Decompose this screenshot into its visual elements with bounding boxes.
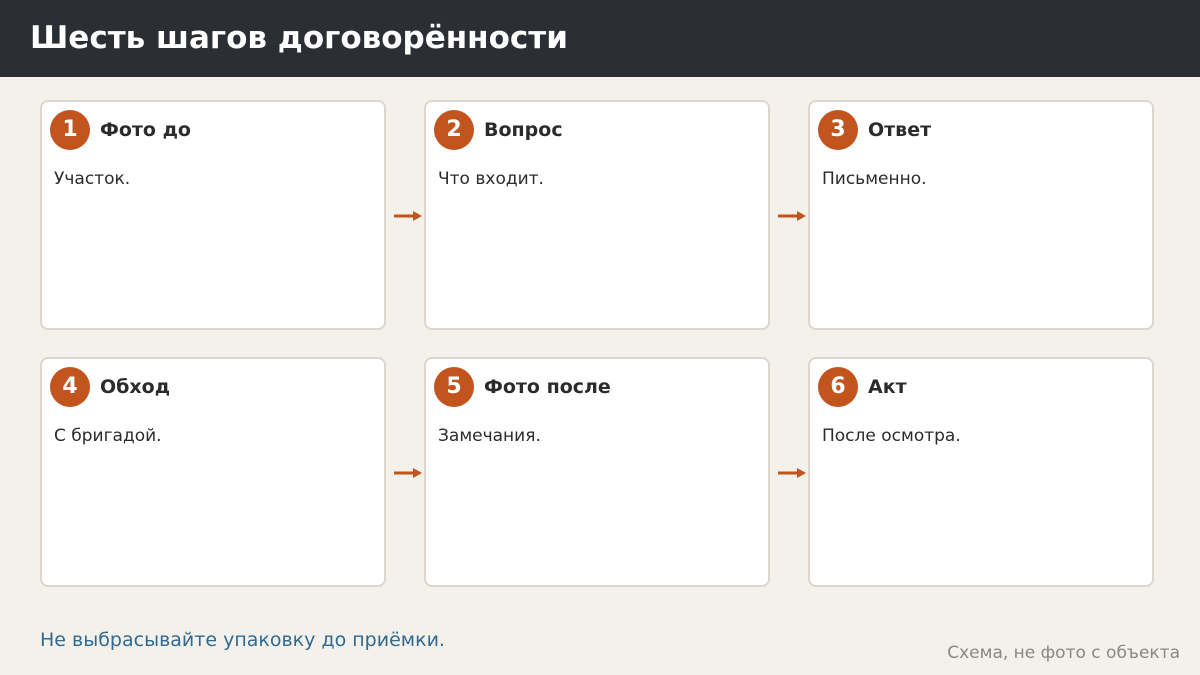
- page-title: Шесть шагов договорённости: [30, 20, 568, 56]
- arrow-right-icon: [394, 211, 422, 221]
- step-card-4: 4 Обход С бригадой.: [40, 357, 386, 587]
- step-card-6: 6 Акт После осмотра.: [808, 357, 1154, 587]
- step-title: Вопрос: [484, 119, 563, 141]
- header-bar: Шесть шагов договорённости: [0, 0, 1200, 77]
- step-number-badge: 6: [818, 367, 858, 407]
- step-title: Ответ: [868, 119, 932, 141]
- step-number-badge: 1: [50, 110, 90, 150]
- arrow-right-icon: [778, 211, 806, 221]
- step-text: Участок.: [54, 169, 131, 189]
- image-caption: Схема, не фото с объекта: [947, 643, 1180, 663]
- arrow-right-icon: [394, 468, 422, 478]
- step-text: С бригадой.: [54, 426, 162, 446]
- step-card-2: 2 Вопрос Что входит.: [424, 100, 770, 330]
- step-text: Замечания.: [438, 426, 541, 446]
- step-title: Акт: [868, 376, 907, 398]
- step-number-badge: 2: [434, 110, 474, 150]
- step-number-badge: 3: [818, 110, 858, 150]
- step-title: Фото до: [100, 119, 191, 141]
- step-text: Что входит.: [438, 169, 544, 189]
- footer-note: Не выбрасывайте упаковку до приёмки.: [40, 629, 445, 651]
- step-card-5: 5 Фото после Замечания.: [424, 357, 770, 587]
- step-text: После осмотра.: [822, 426, 961, 446]
- step-text: Письменно.: [822, 169, 927, 189]
- step-card-3: 3 Ответ Письменно.: [808, 100, 1154, 330]
- step-number-badge: 4: [50, 367, 90, 407]
- step-title: Фото после: [484, 376, 611, 398]
- arrow-right-icon: [778, 468, 806, 478]
- step-number-badge: 5: [434, 367, 474, 407]
- step-title: Обход: [100, 376, 171, 398]
- step-card-1: 1 Фото до Участок.: [40, 100, 386, 330]
